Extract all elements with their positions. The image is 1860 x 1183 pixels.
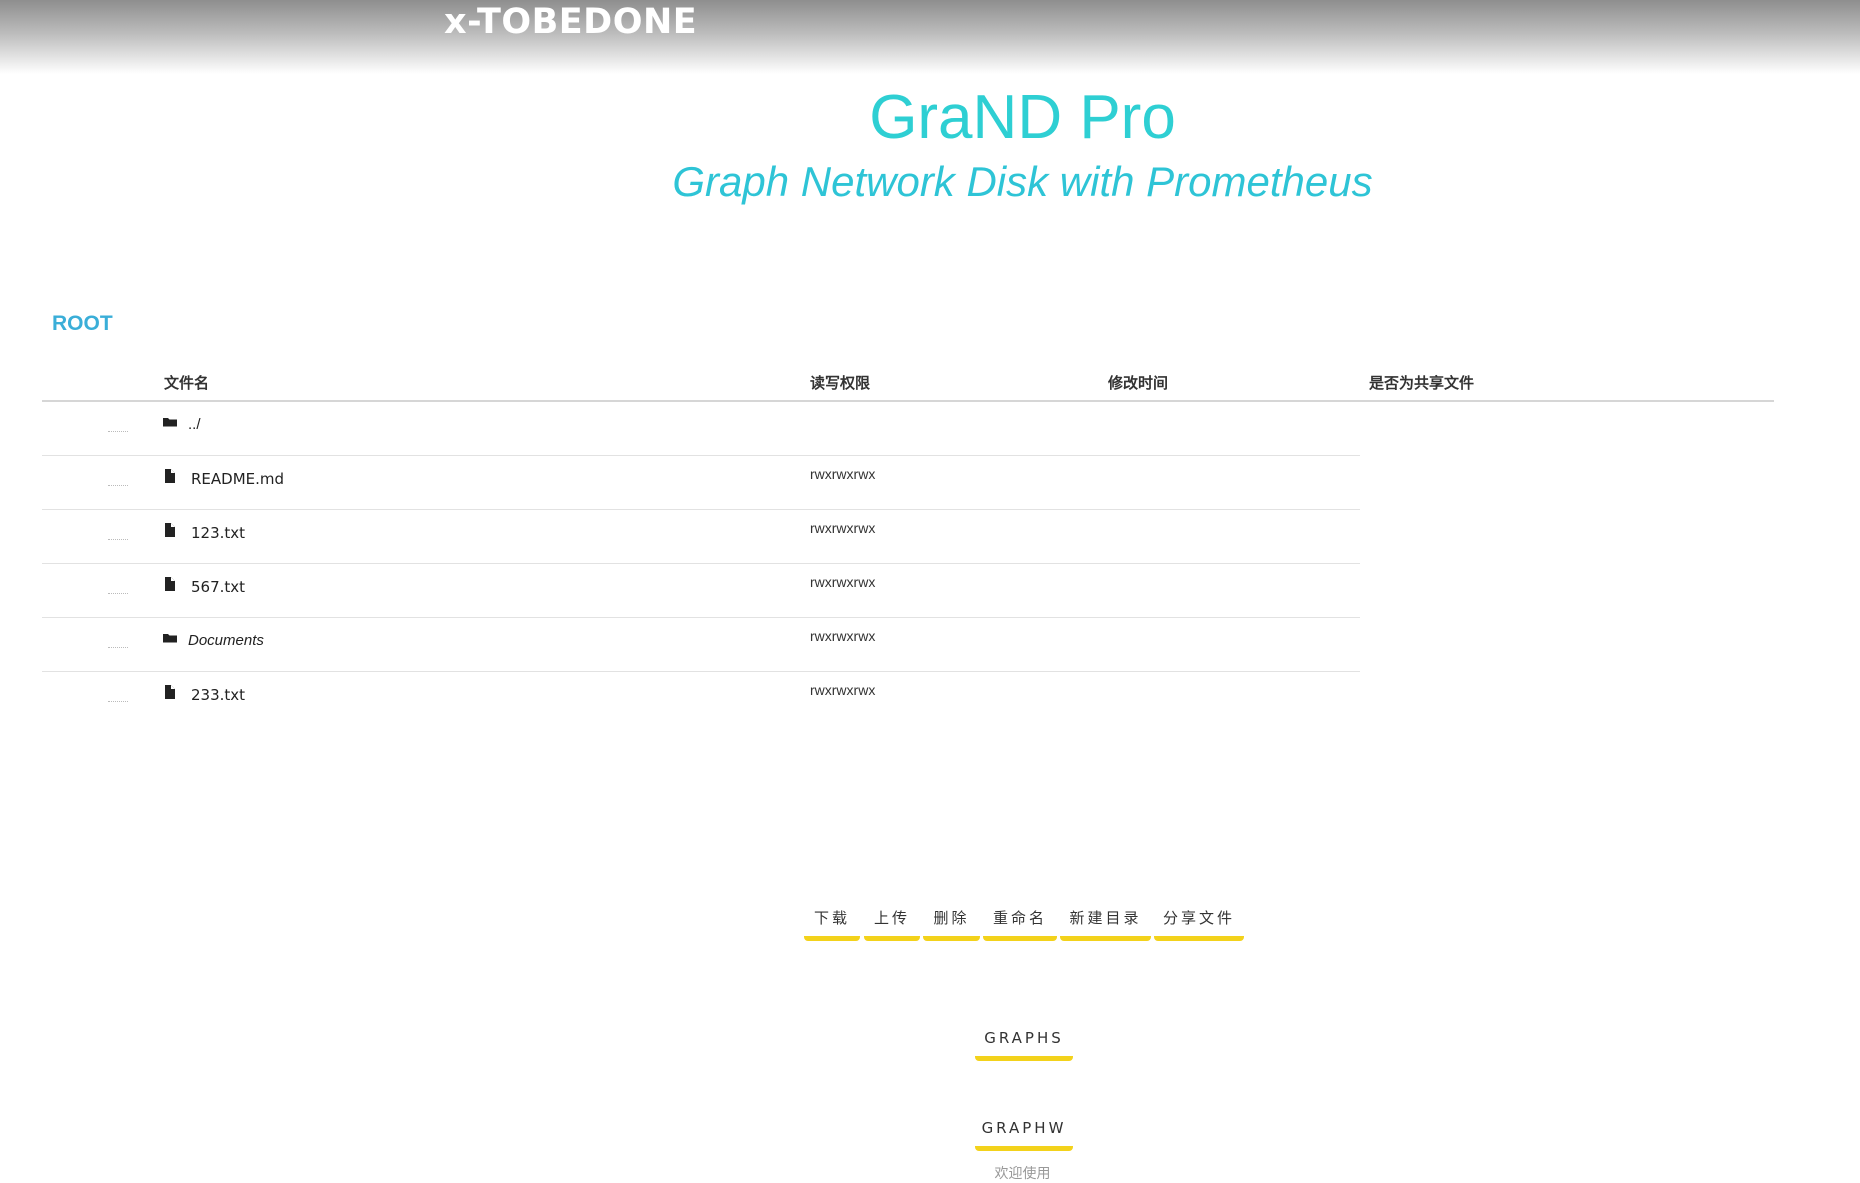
folder-icon <box>163 634 177 643</box>
file-icon <box>165 469 175 483</box>
file-name[interactable]: Documents <box>188 632 264 649</box>
column-header-modified: 修改时间 <box>1108 374 1169 392</box>
table-header: 文件名 读写权限 修改时间 是否为共享文件 <box>42 370 1774 402</box>
table-row[interactable]: ../ <box>42 402 1360 456</box>
delete-button[interactable]: 删除 <box>923 900 980 941</box>
file-name[interactable]: 567.txt <box>191 578 245 596</box>
row-checkbox[interactable] <box>108 646 128 648</box>
table-row[interactable]: 567.txt rwxrwxrwx <box>42 564 1360 618</box>
file-icon <box>165 523 175 537</box>
file-name[interactable]: 233.txt <box>191 686 245 704</box>
new-directory-button[interactable]: 新建目录 <box>1060 900 1151 941</box>
folder-icon <box>163 418 177 427</box>
row-checkbox[interactable] <box>108 592 128 594</box>
file-permission: rwxrwxrwx <box>810 520 876 536</box>
download-button[interactable]: 下载 <box>804 900 860 941</box>
table-row[interactable]: README.md rwxrwxrwx <box>42 456 1360 510</box>
column-header-filename: 文件名 <box>164 374 210 392</box>
file-name[interactable]: README.md <box>191 470 284 488</box>
page-title: GraND Pro <box>869 83 1176 152</box>
column-header-permission: 读写权限 <box>810 374 871 392</box>
graphw-button[interactable]: GRAPHW <box>975 1110 1073 1151</box>
table-row[interactable]: 233.txt rwxrwxrwx <box>42 672 1360 725</box>
upload-button[interactable]: 上传 <box>864 900 920 941</box>
table-row[interactable]: Documents rwxrwxrwx <box>42 618 1360 672</box>
file-permission: rwxrwxrwx <box>810 466 876 482</box>
file-permission: rwxrwxrwx <box>810 682 876 698</box>
file-permission: rwxrwxrwx <box>810 628 876 644</box>
file-name[interactable]: 123.txt <box>191 524 245 542</box>
table-row[interactable]: 123.txt rwxrwxrwx <box>42 510 1360 564</box>
file-permission: rwxrwxrwx <box>810 574 876 590</box>
brand-logo[interactable]: x-TOBEDONE <box>444 2 697 42</box>
row-checkbox[interactable] <box>108 484 128 486</box>
welcome-text: 欢迎使用 <box>994 1166 1051 1182</box>
rename-button[interactable]: 重命名 <box>983 900 1057 941</box>
breadcrumb-root[interactable]: ROOT <box>52 312 113 336</box>
column-header-shared: 是否为共享文件 <box>1369 374 1475 392</box>
row-checkbox[interactable] <box>108 700 128 702</box>
file-icon <box>165 577 175 591</box>
file-name[interactable]: ../ <box>188 416 201 433</box>
row-checkbox[interactable] <box>108 430 128 432</box>
row-checkbox[interactable] <box>108 538 128 540</box>
top-navbar: x-TOBEDONE <box>0 0 1860 74</box>
graphs-button[interactable]: GRAPHS <box>975 1020 1073 1061</box>
page-subtitle: Graph Network Disk with Prometheus <box>672 158 1373 205</box>
file-icon <box>165 685 175 699</box>
share-file-button[interactable]: 分享文件 <box>1154 900 1244 941</box>
